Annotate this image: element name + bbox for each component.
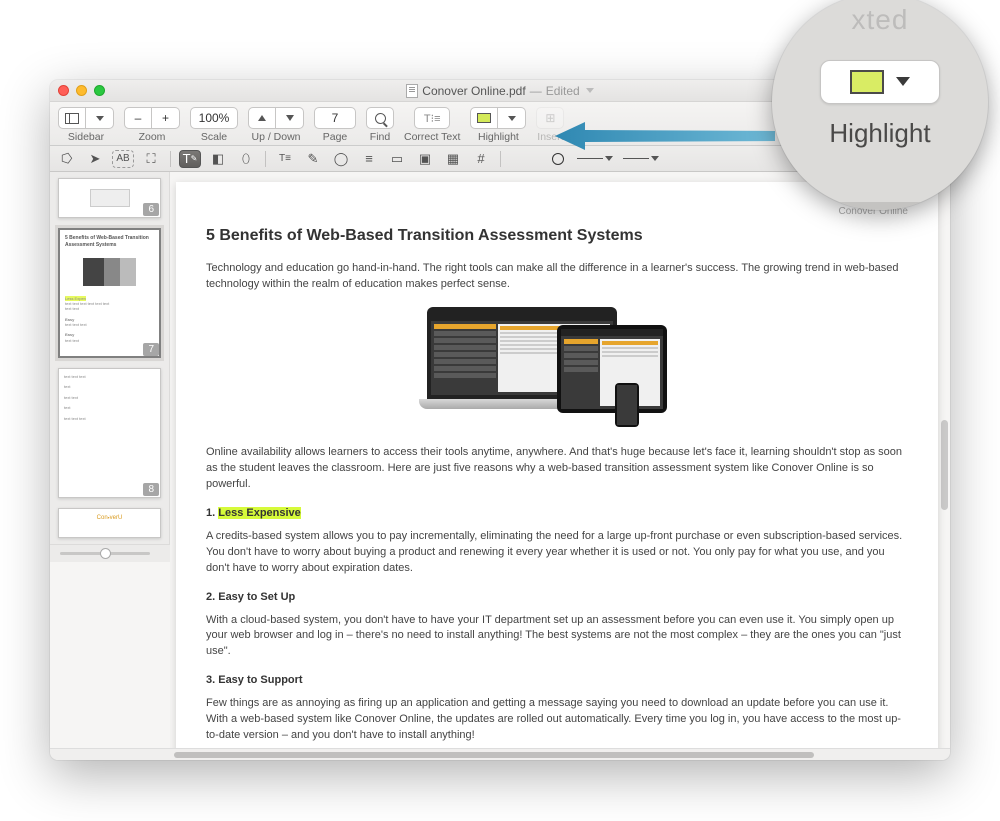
annotation-arrow	[555, 118, 775, 154]
paragraph: Technology and education go hand-in-hand…	[206, 261, 908, 293]
tool-form1[interactable]: ▭	[386, 150, 408, 168]
callout-highlight-button[interactable]	[820, 60, 940, 104]
paragraph: With a cloud-based system, you don't hav…	[206, 613, 908, 661]
highlight-label: Highlight	[478, 131, 519, 143]
phone-icon	[615, 383, 639, 427]
section-heading-2: 2. Easy to Set Up	[206, 591, 908, 603]
tool-textbox[interactable]: T≡	[274, 150, 296, 168]
tool-form3[interactable]: ▦	[442, 150, 464, 168]
highlighted-text: Less Expensive	[218, 507, 301, 519]
thumbnail-page-7[interactable]: 5 Benefits of Web-Based Transition Asses…	[58, 228, 161, 358]
thumbnail-zoom-slider[interactable]	[50, 544, 170, 562]
tool-stamp[interactable]: ⬯	[235, 150, 257, 168]
page-up-button[interactable]	[248, 107, 276, 129]
thumbnail-page-8[interactable]: text text texttexttext texttexttext text…	[58, 368, 161, 498]
tool-lines[interactable]: ≡	[358, 150, 380, 168]
callout-magnifier: xted Highlight	[772, 0, 988, 210]
arrow-down-icon	[286, 115, 294, 121]
zoom-out-button[interactable]: –	[124, 107, 152, 129]
scale-button[interactable]: 100%	[190, 107, 238, 129]
arrow-up-icon	[258, 115, 266, 121]
callout-clipped-text: xted	[852, 4, 909, 36]
minimize-icon[interactable]	[76, 85, 87, 96]
thumbnail-page-9[interactable]: Con🞄verU	[58, 508, 161, 538]
traffic-lights	[58, 85, 105, 96]
page-down-button[interactable]	[276, 107, 304, 129]
updown-label: Up / Down	[251, 131, 300, 143]
horizontal-scrollbar[interactable]	[50, 748, 950, 760]
zoom-label: Zoom	[139, 131, 166, 143]
filename: Conover Online.pdf	[422, 84, 525, 98]
document-icon	[406, 84, 418, 98]
find-button[interactable]	[366, 107, 394, 129]
highlight-button[interactable]	[470, 107, 498, 129]
page-title: 5 Benefits of Web-Based Transition Asses…	[206, 227, 908, 245]
sidebar-button[interactable]	[58, 107, 86, 129]
document-page: Conover Online 5 Benefits of Web-Based T…	[176, 182, 938, 748]
edit-status: Edited	[546, 84, 580, 98]
paragraph: Few things are as annoying as firing up …	[206, 696, 908, 744]
tool-form2[interactable]: ▣	[414, 150, 436, 168]
close-icon[interactable]	[58, 85, 69, 96]
callout-label: Highlight	[829, 118, 930, 149]
sidebar-dropdown[interactable]	[86, 107, 114, 129]
page-label: Page	[323, 131, 348, 143]
slider-knob-icon[interactable]	[100, 548, 111, 559]
highlight-dropdown[interactable]	[498, 107, 526, 129]
tool-text-annotate[interactable]: T✎	[179, 150, 201, 168]
tool-cursor-alt[interactable]: ⭔	[56, 150, 78, 168]
document-viewport[interactable]: Conover Online 5 Benefits of Web-Based T…	[170, 172, 950, 748]
chevron-down-icon	[896, 77, 910, 86]
tool-redact[interactable]: ◧	[207, 150, 229, 168]
vertical-scrollbar[interactable]	[941, 140, 948, 700]
page-number-input[interactable]: 7	[314, 107, 356, 129]
search-icon	[375, 113, 386, 124]
tool-crop[interactable]: ⛶	[140, 150, 162, 168]
sidebar-label: Sidebar	[68, 131, 104, 143]
correct-label: Correct Text	[404, 131, 460, 143]
chevron-down-icon	[508, 116, 516, 121]
highlight-swatch-icon	[477, 113, 491, 123]
scale-label: Scale	[201, 131, 227, 143]
highlight-swatch-icon	[850, 70, 884, 94]
content-area: 6 5 Benefits of Web-Based Transition Ass…	[50, 172, 950, 748]
hero-image	[206, 307, 908, 427]
thumb-number: 6	[143, 203, 159, 216]
tool-number[interactable]: #	[470, 150, 492, 168]
section-heading-3: 3. Easy to Support	[206, 674, 908, 686]
thumbnail-sidebar[interactable]: 6 5 Benefits of Web-Based Transition Ass…	[50, 172, 170, 544]
zoom-in-button[interactable]: +	[152, 107, 180, 129]
tool-text-select[interactable]: AB	[112, 150, 134, 168]
correct-text-button[interactable]: T⁝≡	[414, 107, 450, 129]
paragraph: A credits-based system allows you to pay…	[206, 529, 908, 577]
tool-arrow[interactable]: ➤	[84, 150, 106, 168]
thumb-number: 7	[143, 343, 159, 356]
chevron-down-icon	[96, 116, 104, 121]
tool-comment[interactable]: ◯	[330, 150, 352, 168]
sidebar-icon	[65, 113, 79, 124]
tablet-icon	[557, 325, 667, 413]
thumbnail-page-6[interactable]: 6	[58, 178, 161, 218]
tool-highlighter[interactable]: ✎	[302, 150, 324, 168]
paragraph: Online availability allows learners to a…	[206, 445, 908, 493]
section-heading-1: 1. Less Expensive	[206, 507, 908, 519]
thumb-number: 8	[143, 483, 159, 496]
find-label: Find	[370, 131, 390, 143]
maximize-icon[interactable]	[94, 85, 105, 96]
